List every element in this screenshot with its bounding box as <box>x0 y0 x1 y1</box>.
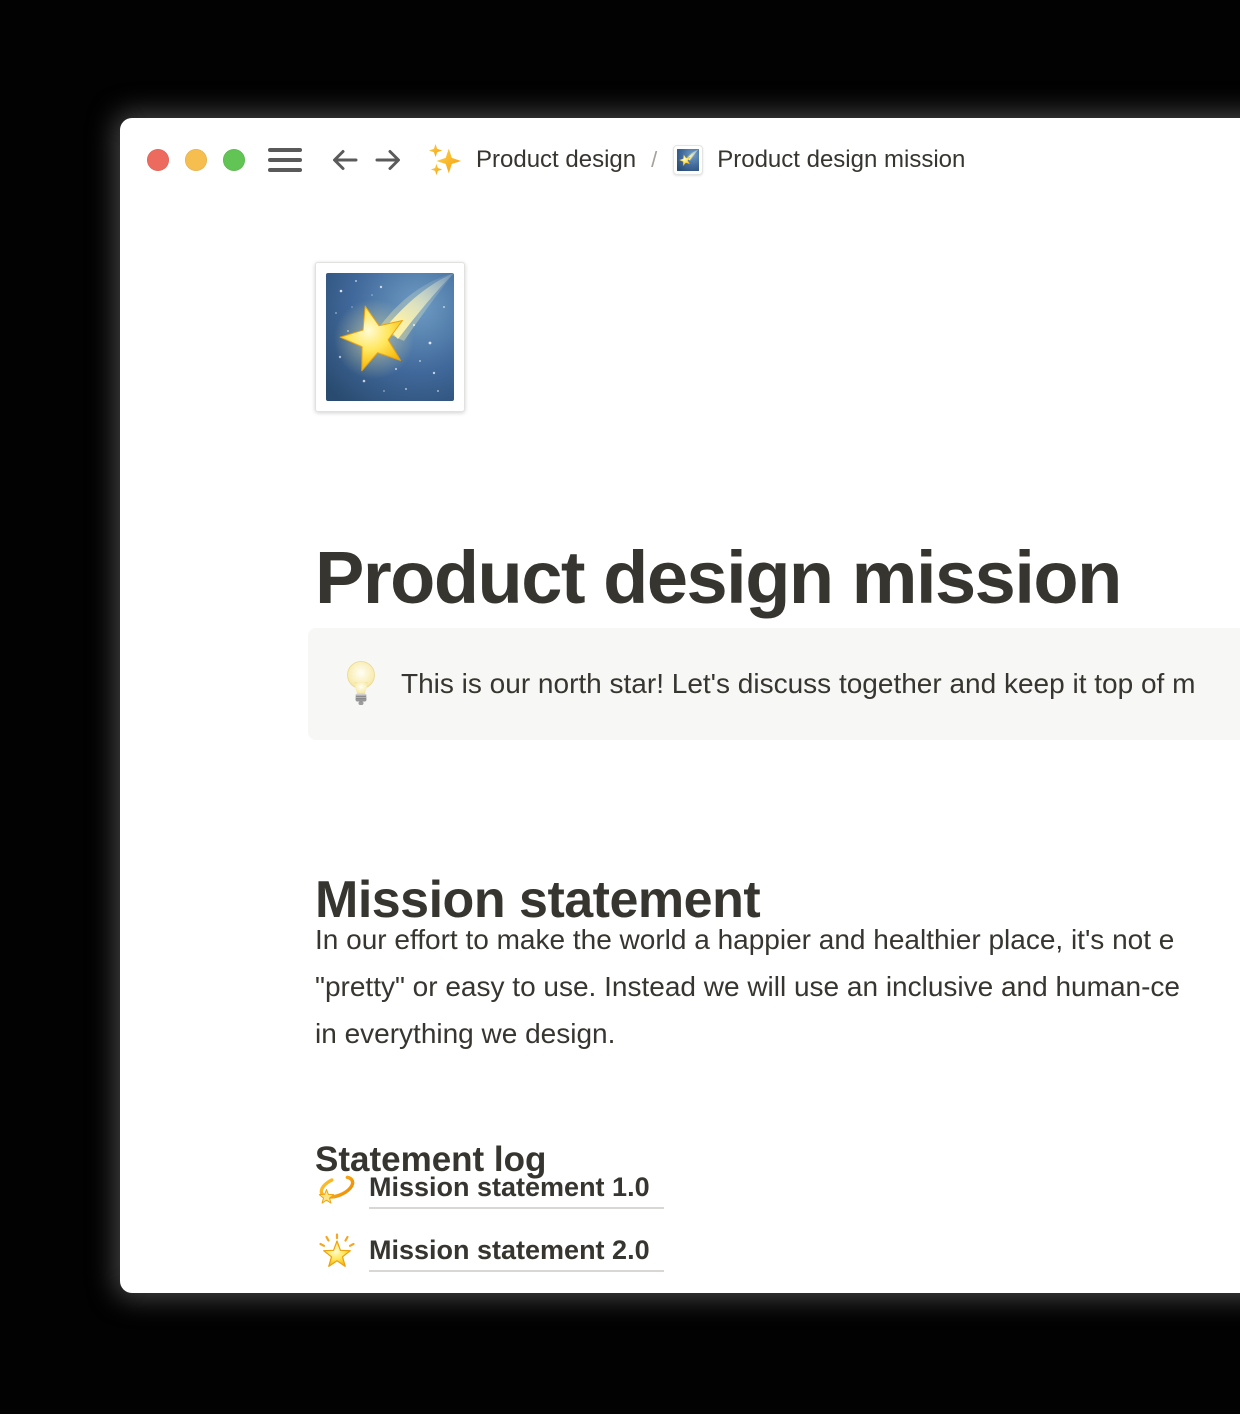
titlebar: Product design / Product design mission <box>120 142 1240 178</box>
link-mission-statement-1[interactable]: Mission statement 1.0 <box>369 1172 664 1209</box>
dizzy-star-icon <box>317 1170 357 1210</box>
traffic-lights <box>147 149 245 171</box>
forward-button[interactable] <box>373 145 405 175</box>
list-item: Mission statement 1.0 <box>317 1168 664 1212</box>
hamburger-menu-icon[interactable] <box>268 147 302 173</box>
callout: This is our north star! Let's discuss to… <box>308 628 1240 740</box>
breadcrumb-separator: / <box>651 147 657 173</box>
shooting-star-icon[interactable] <box>673 145 703 175</box>
arrow-right-icon <box>373 145 405 175</box>
link-mission-statement-2[interactable]: Mission statement 2.0 <box>369 1235 664 1272</box>
mission-paragraph: In our effort to make the world a happie… <box>315 916 1180 1057</box>
list-item: Mission statement 2.0 <box>317 1231 664 1275</box>
minimize-button[interactable] <box>185 149 207 171</box>
arrow-left-icon <box>328 145 360 175</box>
zoom-button[interactable] <box>223 149 245 171</box>
paragraph-line: In our effort to make the world a happie… <box>315 916 1180 963</box>
breadcrumb-item-current[interactable]: Product design mission <box>717 146 965 174</box>
glowing-star-icon <box>317 1233 357 1273</box>
breadcrumb-item-product-design[interactable]: Product design <box>476 146 636 174</box>
page-icon[interactable] <box>315 262 465 412</box>
app-window: Product design / Product design mission <box>120 118 1240 1293</box>
paragraph-line: in everything we design. <box>315 1010 1180 1057</box>
shooting-star-art <box>326 273 454 401</box>
paragraph-line: "pretty" or easy to use. Instead we will… <box>315 963 1180 1010</box>
shooting-star-thumb <box>677 149 699 171</box>
close-button[interactable] <box>147 149 169 171</box>
back-button[interactable] <box>328 145 360 175</box>
sparkles-icon <box>428 142 462 178</box>
page-title: Product design mission <box>315 536 1121 620</box>
light-bulb-icon <box>342 658 380 710</box>
callout-text: This is our north star! Let's discuss to… <box>401 668 1195 700</box>
